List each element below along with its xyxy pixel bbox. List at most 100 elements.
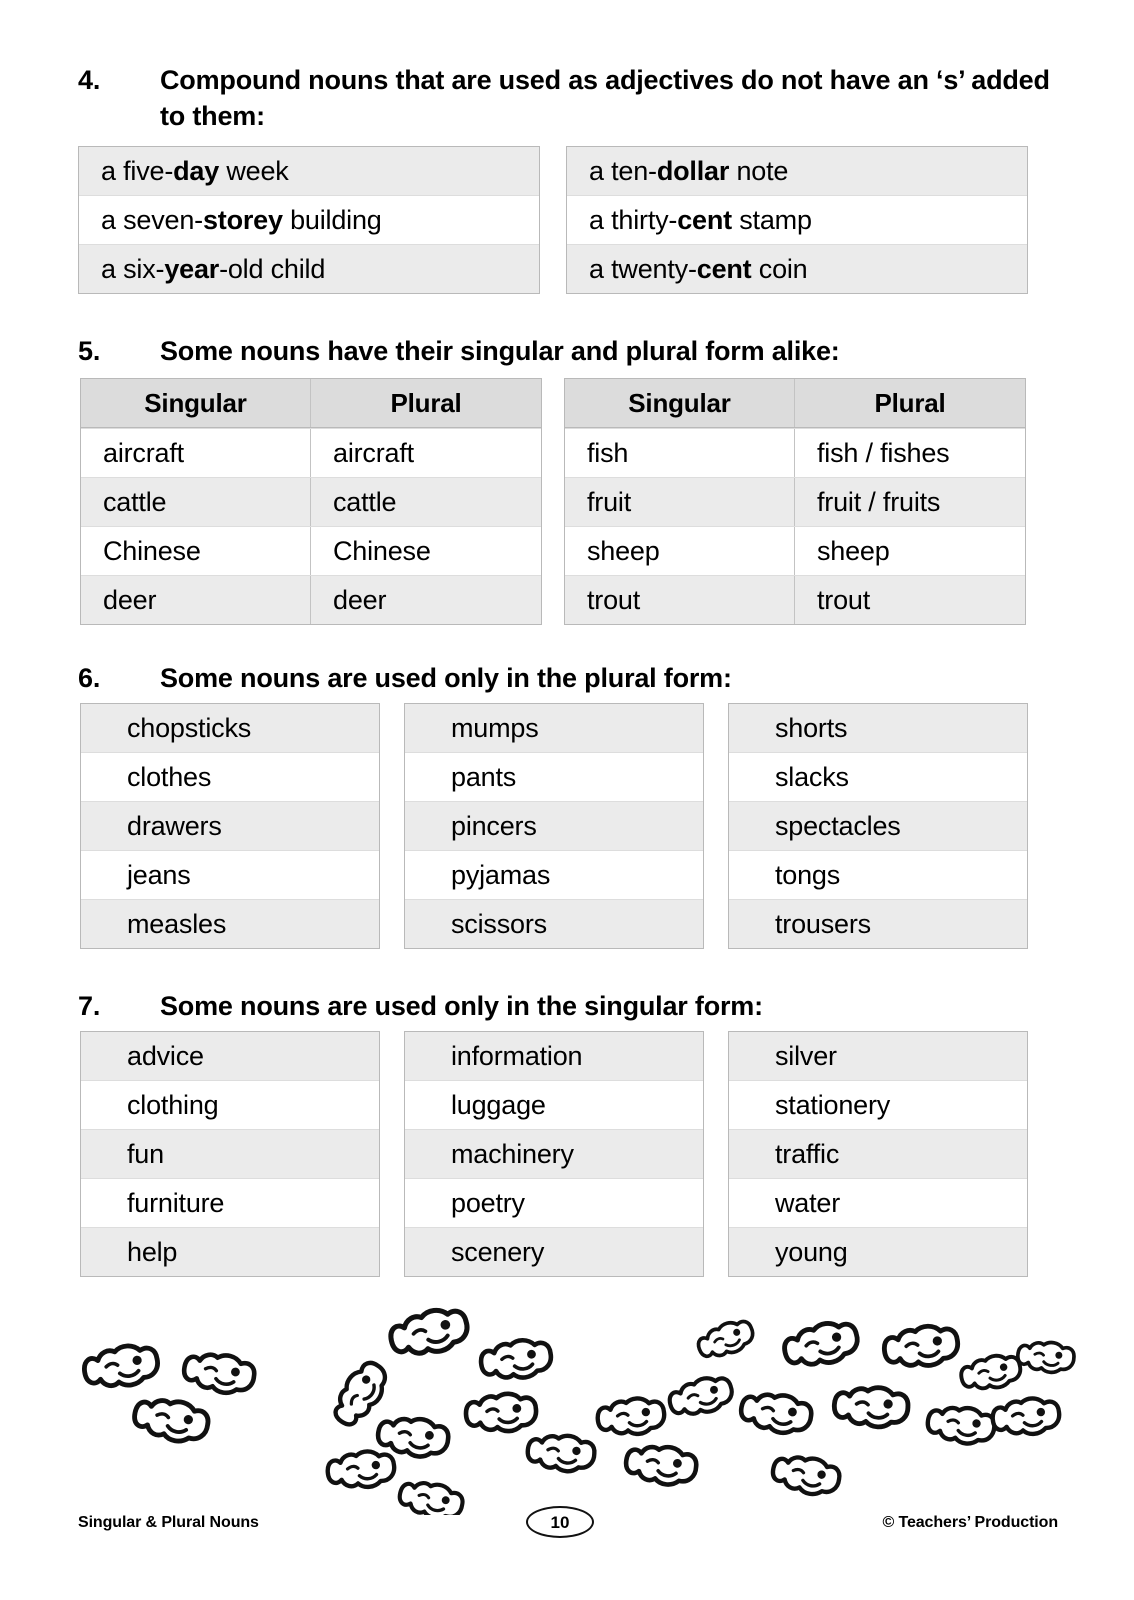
table-row: a ten-dollar note bbox=[567, 147, 1027, 195]
table-row: chopsticks bbox=[81, 704, 379, 752]
plural-only-column-3: shorts slacks spectacles tongs trousers bbox=[728, 703, 1028, 949]
compound-noun-table-left: a five-day week a seven-storey building … bbox=[78, 146, 540, 294]
noun-cell: pincers bbox=[451, 811, 537, 841]
noun-cell: trousers bbox=[775, 909, 871, 939]
table-row: jeans bbox=[81, 850, 379, 899]
cell-bold: year bbox=[164, 254, 220, 284]
cell-post: stamp bbox=[731, 205, 812, 235]
cell-bold: dollar bbox=[656, 156, 730, 186]
cell-bold: cent bbox=[677, 205, 732, 235]
section-7-heading: 7. Some nouns are used only in the singu… bbox=[78, 988, 1058, 1024]
column-header-plural: Plural bbox=[390, 388, 462, 418]
noun-cell: spectacles bbox=[775, 811, 901, 841]
section-6-tables: chopsticks clothes drawers jeans measles… bbox=[80, 703, 1060, 949]
cell-post: note bbox=[729, 156, 789, 186]
table-row: traffic bbox=[729, 1129, 1027, 1178]
worksheet-page: 4. Compound nouns that are used as adjec… bbox=[0, 0, 1134, 1600]
noun-cell: machinery bbox=[451, 1139, 574, 1169]
table-row: information bbox=[405, 1032, 703, 1080]
noun-cell: stationery bbox=[775, 1090, 891, 1120]
singular-cell: fish bbox=[565, 429, 795, 477]
table-row: a five-day week bbox=[79, 147, 539, 195]
table-row: shorts bbox=[729, 704, 1027, 752]
singular-only-column-3: silver stationery traffic water young bbox=[728, 1031, 1028, 1277]
column-header-singular: Singular bbox=[565, 379, 795, 427]
compound-noun-cell: a five-day week bbox=[79, 147, 539, 195]
cell-pre: a five- bbox=[101, 156, 174, 186]
table-row: pants bbox=[405, 752, 703, 801]
noun-cell: pants bbox=[451, 762, 517, 792]
cell-pre: a ten- bbox=[589, 156, 657, 186]
section-4-tables: a five-day week a seven-storey building … bbox=[78, 146, 1058, 294]
table-row: a thirty-cent stamp bbox=[567, 195, 1027, 244]
cell-post: coin bbox=[751, 254, 808, 284]
plural-only-column-1: chopsticks clothes drawers jeans measles bbox=[80, 703, 380, 949]
section-4-number: 4. bbox=[78, 65, 101, 95]
noun-cell: jeans bbox=[127, 860, 191, 890]
singular-plural-table-right: Singular Plural fish fish / fishes fruit… bbox=[564, 378, 1026, 625]
table-row: water bbox=[729, 1178, 1027, 1227]
table-row: young bbox=[729, 1227, 1027, 1276]
cell-pre: a thirty- bbox=[589, 205, 678, 235]
noun-cell: measles bbox=[127, 909, 227, 939]
table-row: fish fish / fishes bbox=[565, 428, 1025, 477]
section-6-title: Some nouns are used only in the plural f… bbox=[160, 663, 732, 693]
cell-post: -old child bbox=[219, 254, 326, 284]
singular-cell: aircraft bbox=[81, 429, 311, 477]
noun-cell: help bbox=[127, 1237, 178, 1267]
table-row: deer deer bbox=[81, 575, 541, 624]
table-row: cattle cattle bbox=[81, 477, 541, 526]
noun-cell: advice bbox=[127, 1041, 204, 1071]
noun-cell: luggage bbox=[451, 1090, 546, 1120]
table-row: scenery bbox=[405, 1227, 703, 1276]
table-row: spectacles bbox=[729, 801, 1027, 850]
plural-only-column-2: mumps pants pincers pyjamas scissors bbox=[404, 703, 704, 949]
plural-cell: Chinese bbox=[333, 536, 431, 566]
singular-cell: fruit bbox=[565, 478, 795, 526]
plural-cell: cattle bbox=[333, 487, 397, 517]
plural-cell: fish / fishes bbox=[817, 438, 950, 468]
noun-cell: traffic bbox=[775, 1139, 840, 1169]
noun-cell: information bbox=[451, 1041, 583, 1071]
plural-cell: fruit / fruits bbox=[817, 487, 941, 517]
table-row: stationery bbox=[729, 1080, 1027, 1129]
singular-cell: trout bbox=[565, 576, 795, 624]
noun-cell: pyjamas bbox=[451, 860, 551, 890]
cell-pre: a six- bbox=[101, 254, 165, 284]
table-row: trout trout bbox=[565, 575, 1025, 624]
singular-cell: cattle bbox=[81, 478, 311, 526]
noun-cell: slacks bbox=[775, 762, 849, 792]
cell-post: week bbox=[219, 156, 289, 186]
noun-cell: drawers bbox=[127, 811, 222, 841]
table-row: a six-year-old child bbox=[79, 244, 539, 293]
school-of-fish-illustration bbox=[60, 1285, 1080, 1515]
table-header-row: Singular Plural bbox=[565, 379, 1025, 428]
table-row: poetry bbox=[405, 1178, 703, 1227]
table-row: machinery bbox=[405, 1129, 703, 1178]
cell-post: building bbox=[282, 205, 382, 235]
page-number-badge: 10 bbox=[526, 1506, 594, 1538]
table-row: furniture bbox=[81, 1178, 379, 1227]
noun-cell: mumps bbox=[451, 713, 539, 743]
table-row: pyjamas bbox=[405, 850, 703, 899]
plural-cell: deer bbox=[333, 585, 387, 615]
cell-pre: a twenty- bbox=[589, 254, 697, 284]
section-5-tables: Singular Plural aircraft aircraft cattle… bbox=[80, 378, 1060, 625]
section-5-number: 5. bbox=[78, 336, 101, 366]
fish-svg bbox=[60, 1285, 1078, 1515]
singular-only-column-2: information luggage machinery poetry sce… bbox=[404, 1031, 704, 1277]
compound-noun-cell: a thirty-cent stamp bbox=[567, 196, 1027, 244]
section-5-heading: 5. Some nouns have their singular and pl… bbox=[78, 333, 1058, 369]
table-row: fun bbox=[81, 1129, 379, 1178]
table-row: help bbox=[81, 1227, 379, 1276]
cell-bold: storey bbox=[202, 205, 283, 235]
page-footer: Singular & Plural Nouns 10 © Teachers’ P… bbox=[78, 1500, 1058, 1544]
cell-bold: cent bbox=[696, 254, 752, 284]
noun-cell: clothes bbox=[127, 762, 212, 792]
table-row: scissors bbox=[405, 899, 703, 948]
section-6-number: 6. bbox=[78, 663, 101, 693]
noun-cell: silver bbox=[775, 1041, 837, 1071]
table-row: silver bbox=[729, 1032, 1027, 1080]
compound-noun-cell: a seven-storey building bbox=[79, 196, 539, 244]
table-row: fruit fruit / fruits bbox=[565, 477, 1025, 526]
